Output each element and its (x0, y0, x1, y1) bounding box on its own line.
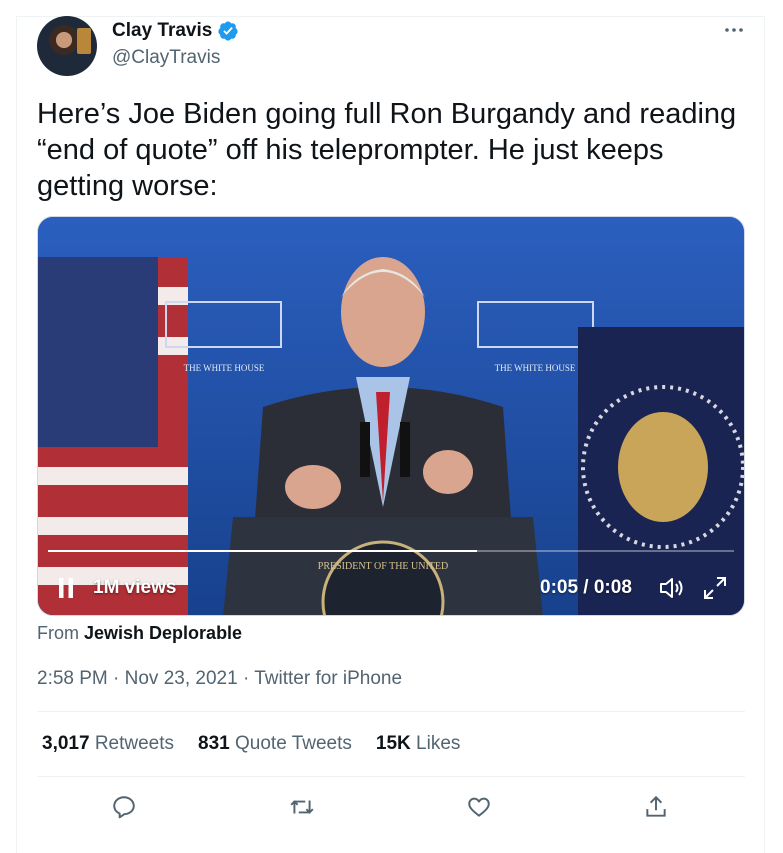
share-icon[interactable] (643, 794, 669, 820)
presidential-flag (578, 327, 744, 615)
author-handle[interactable]: @ClayTravis (112, 47, 220, 69)
video-source: From Jewish Deplorable (37, 623, 242, 644)
video-player[interactable]: THE WHITE HOUSE THE WHITE HOUSE PRESIDEN… (37, 216, 745, 616)
avatar[interactable] (37, 16, 97, 76)
author-row: Clay Travis (112, 20, 239, 42)
svg-text:THE WHITE HOUSE: THE WHITE HOUSE (184, 363, 265, 373)
quote-tweets-stat[interactable]: 831 Quote Tweets (198, 733, 352, 755)
author-name[interactable]: Clay Travis (112, 20, 212, 42)
tweet-text: Here’s Joe Biden going full Ron Burgandy… (37, 98, 737, 202)
quote-tweets-count: 831 (198, 733, 230, 754)
retweets-stat[interactable]: 3,017 Retweets (42, 733, 174, 755)
divider (37, 711, 745, 712)
retweet-icon[interactable] (289, 794, 315, 820)
divider (37, 776, 745, 777)
pause-icon[interactable] (58, 577, 74, 599)
video-progress-fill (48, 550, 477, 552)
verified-badge-icon (218, 21, 238, 41)
svg-text:PRESIDENT OF THE UNITED: PRESIDENT OF THE UNITED (318, 561, 448, 572)
source-prefix: From (37, 623, 79, 643)
reply-icon[interactable] (111, 794, 137, 820)
like-icon[interactable] (466, 794, 492, 820)
engagement-stats: 3,017 Retweets 831 Quote Tweets 15K Like… (42, 733, 460, 755)
avatar-detail (77, 28, 91, 54)
volume-icon[interactable] (658, 575, 686, 601)
quote-tweets-label: Quote Tweets (235, 733, 352, 754)
retweets-label: Retweets (94, 733, 175, 754)
source-account-link[interactable]: Jewish Deplorable (84, 623, 242, 643)
tweet-timestamp[interactable]: 2:58 PM · Nov 23, 2021 · Twitter for iPh… (37, 668, 402, 690)
podium: PRESIDENT OF THE UNITED (223, 517, 543, 615)
more-icon[interactable] (722, 18, 746, 42)
likes-count: 15K (375, 733, 411, 754)
likes-stat[interactable]: 15K Likes (376, 733, 461, 755)
retweets-count: 3,017 (42, 733, 90, 754)
video-frame: THE WHITE HOUSE THE WHITE HOUSE PRESIDEN… (38, 217, 744, 615)
fullscreen-icon[interactable] (702, 575, 728, 601)
svg-text:THE WHITE HOUSE: THE WHITE HOUSE (495, 363, 576, 373)
view-count: 1M views (93, 577, 177, 598)
video-time: 0:05 / 0:08 (540, 577, 632, 598)
video-progress-track[interactable] (48, 550, 734, 552)
likes-label: Likes (416, 733, 461, 754)
